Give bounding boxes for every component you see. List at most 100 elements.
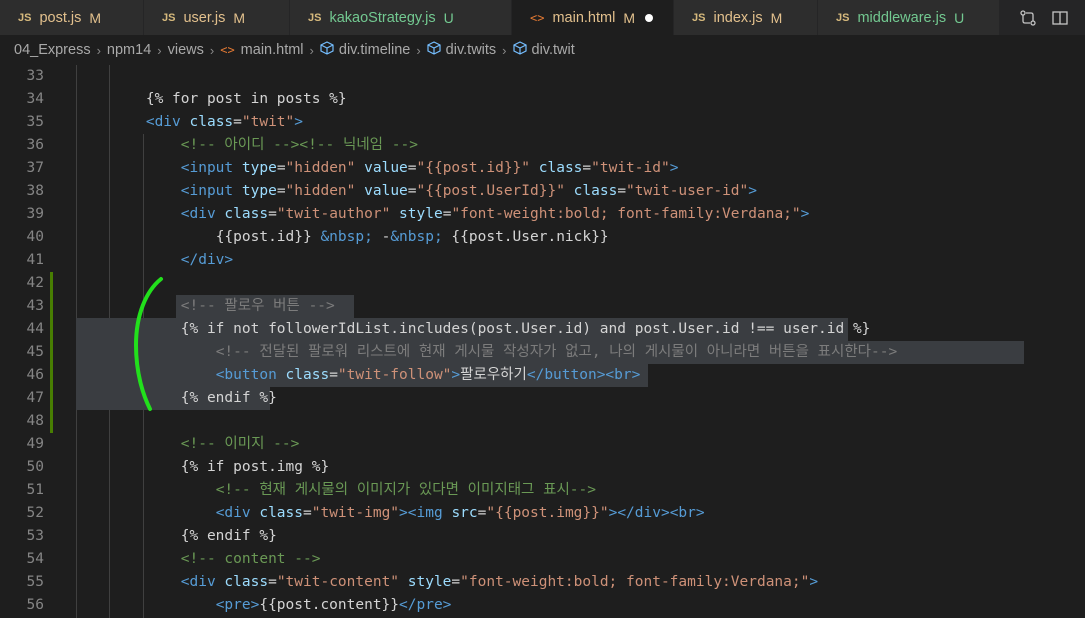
code-token: "twit-content" <box>276 574 400 590</box>
breadcrumb-item[interactable]: npm14 <box>107 42 151 58</box>
code-line[interactable]: 56 <pre>{{post.content}}</pre> <box>0 594 1085 617</box>
code-token: <!-- 이미지 --> <box>180 436 300 452</box>
code-token: "twit-id" <box>591 160 670 176</box>
code-token: class <box>224 206 269 222</box>
code-line[interactable]: 44 {% if not followerIdList.includes(pos… <box>0 318 1085 341</box>
code-text: <!-- 이미지 --> <box>76 433 300 456</box>
tab-label: index.js <box>713 9 763 26</box>
code-line[interactable]: 37 <input type="hidden" value="{{post.id… <box>0 157 1085 180</box>
code-token: = <box>268 206 277 222</box>
code-token: "twit-img" <box>311 505 400 521</box>
code-line[interactable]: 42 <box>0 272 1085 295</box>
code-token: style <box>407 574 452 590</box>
code-line[interactable]: 43 <!-- 팔로우 버튼 --> <box>0 295 1085 318</box>
code-line[interactable]: 45 <!-- 전달된 팔로워 리스트에 현재 게시물 작성자가 없고, 나의 … <box>0 341 1085 364</box>
code-line[interactable]: 52 <div class="twit-img"><img src="{{pos… <box>0 502 1085 525</box>
code-line[interactable]: 34 {% for post in posts %} <box>0 88 1085 111</box>
code-text: <button class="twit-follow">팔로우하기</butto… <box>76 364 641 387</box>
breadcrumb-item[interactable]: div.timeline <box>339 42 410 58</box>
editor-actions <box>1019 0 1085 35</box>
code-line[interactable]: 54 <!-- content --> <box>0 548 1085 571</box>
code-token: <div <box>180 206 216 222</box>
breadcrumb-item[interactable]: div.twit <box>532 42 575 58</box>
code-line[interactable]: 51 <!-- 현재 게시물의 이미지가 있다면 이미지태그 표시--> <box>0 479 1085 502</box>
cube-symbol-icon <box>320 41 339 59</box>
code-token: type <box>241 160 277 176</box>
code-token: <div <box>180 574 216 590</box>
cube-symbol-icon <box>512 41 532 59</box>
code-text: {{post.id}} &nbsp; -&nbsp; {{post.User.n… <box>76 226 609 249</box>
code-token: = <box>276 183 286 199</box>
code-line[interactable]: 48 <box>0 410 1085 433</box>
code-line[interactable]: 50 {% if post.img %} <box>0 456 1085 479</box>
code-line[interactable]: 36 <!-- 아이디 --><!-- 닉네임 --> <box>0 134 1085 157</box>
compare-changes-icon[interactable] <box>1019 9 1037 27</box>
code-line[interactable]: 55 <div class="twit-content" style="font… <box>0 571 1085 594</box>
code-token: {{post.content}} <box>259 597 400 613</box>
line-number: 43 <box>26 298 44 314</box>
code-text: <!-- 아이디 --><!-- 닉네임 --> <box>76 134 418 157</box>
code-text: {% endif %} <box>76 525 277 548</box>
javascript-file-icon: JS <box>18 11 32 24</box>
code-line[interactable]: 49 <!-- 이미지 --> <box>0 433 1085 456</box>
breadcrumb-item[interactable]: div.twits <box>446 42 497 58</box>
tab-middleware-js[interactable]: JS middleware.js U <box>818 0 1000 35</box>
code-token: "twit-user-id" <box>626 183 749 199</box>
code-line[interactable]: 40 {{post.id}} &nbsp; -&nbsp; {{post.Use… <box>0 226 1085 249</box>
unsaved-dot-icon[interactable] <box>644 13 653 22</box>
javascript-file-icon: JS <box>308 11 322 24</box>
tab-main-html[interactable]: <> main.html M <box>512 0 674 35</box>
code-token: > <box>451 367 461 383</box>
code-line[interactable]: 53 {% endif %} <box>0 525 1085 548</box>
code-line[interactable]: 47 {% endif %} <box>0 387 1085 410</box>
code-line[interactable]: 33 <box>0 65 1085 88</box>
code-text: <!-- 현재 게시물의 이미지가 있다면 이미지태그 표시--> <box>76 479 596 502</box>
html-file-icon: <> <box>220 43 235 57</box>
code-line[interactable]: 38 <input type="hidden" value="{{post.Us… <box>0 180 1085 203</box>
code-line[interactable]: 35 <div class="twit"> <box>0 111 1085 134</box>
code-token: class <box>189 114 234 130</box>
code-text: <input type="hidden" value="{{post.UserI… <box>76 180 757 203</box>
code-token: &nbsp; <box>390 229 443 245</box>
code-token: {{post.id}} <box>215 229 321 245</box>
code-token: <input <box>180 183 234 199</box>
line-number: 35 <box>26 114 44 130</box>
code-token: class <box>538 160 583 176</box>
code-token: <input <box>180 160 234 176</box>
code-line[interactable]: 46 <button class="twit-follow">팔로우하기</bu… <box>0 364 1085 387</box>
code-text: {% for post in posts %} <box>76 88 347 111</box>
code-token: {% if not followerIdList.includes(post.U… <box>180 321 871 337</box>
git-status-badge: M <box>770 9 783 26</box>
line-number: 49 <box>26 436 44 452</box>
line-number: 38 <box>26 183 44 199</box>
code-editor[interactable]: 33 34 {% for post in posts %} 35 <div clas… <box>0 65 1085 618</box>
line-number: 41 <box>26 252 44 268</box>
tab-user-js[interactable]: JS user.js M <box>144 0 290 35</box>
code-line[interactable]: 41 </div> <box>0 249 1085 272</box>
line-number: 50 <box>26 459 44 475</box>
code-token: "{{post.id}}" <box>416 160 531 176</box>
code-token: ><img <box>399 505 443 521</box>
tab-kakaostrategy-js[interactable]: JS kakaoStrategy.js U <box>290 0 512 35</box>
code-token: = <box>233 114 242 130</box>
tab-label: main.html <box>552 9 616 26</box>
code-token: = <box>582 160 592 176</box>
breadcrumb-item[interactable]: views <box>168 42 204 58</box>
code-token: &nbsp; <box>320 229 373 245</box>
tab-index-js[interactable]: JS index.js M <box>674 0 818 35</box>
code-line[interactable]: 39 <div class="twit-author" style="font-… <box>0 203 1085 226</box>
code-text: </div> <box>76 249 233 272</box>
code-token: </button><br> <box>526 367 641 383</box>
tab-post-js[interactable]: JS post.js M <box>0 0 144 35</box>
split-editor-icon[interactable] <box>1051 9 1069 27</box>
breadcrumb-item[interactable]: 04_Express <box>14 42 91 58</box>
breadcrumb-item[interactable]: main.html <box>241 42 304 58</box>
tab-label: kakaoStrategy.js <box>329 9 436 26</box>
